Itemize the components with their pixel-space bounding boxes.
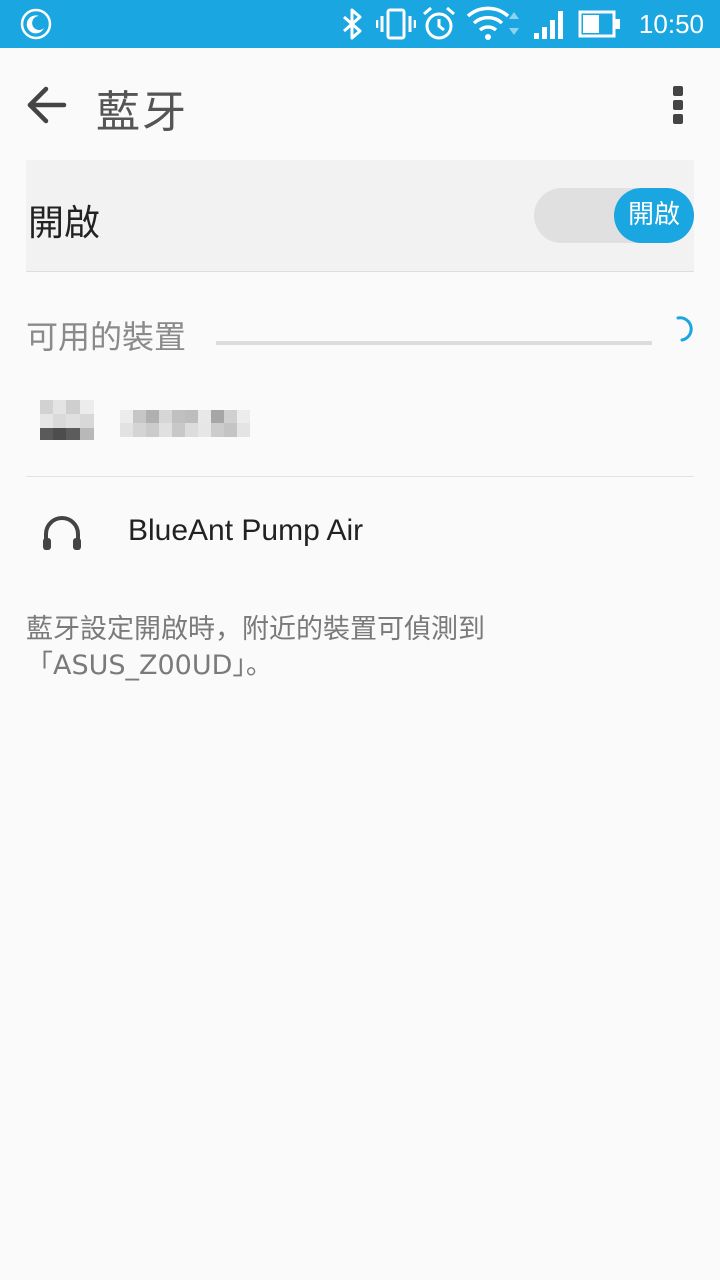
available-devices-header: 可用的裝置: [26, 318, 187, 356]
wifi-icon: [466, 0, 522, 48]
switch-knob: 開啟: [614, 188, 694, 243]
headphones-icon: [40, 512, 84, 552]
device-name: BlueAnt Pump Air: [128, 514, 364, 547]
bluetooth-switch[interactable]: 開啟: [534, 188, 694, 243]
app-bar: 藍牙: [0, 48, 720, 160]
info-line-2: 「ASUS_Z00UD」。: [26, 650, 273, 681]
section-divider: [216, 341, 652, 345]
status-bar: 10:50: [0, 0, 720, 48]
back-arrow-icon[interactable]: [24, 82, 70, 128]
moon-icon: [20, 0, 52, 48]
info-line-1: 藍牙設定開啟時，附近的裝置可偵測到: [26, 614, 485, 645]
battery-icon: [578, 0, 622, 48]
visibility-info-text: 藍牙設定開啟時，附近的裝置可偵測到 「ASUS_Z00UD」。: [26, 612, 626, 684]
signal-icon: [532, 0, 568, 48]
more-vert-icon[interactable]: [664, 82, 692, 128]
bluetooth-toggle-row[interactable]: 開啟 開啟: [26, 160, 694, 272]
pixelated-device-name: [40, 400, 250, 440]
status-time: 10:50: [638, 9, 704, 39]
vibrate-icon: [376, 0, 416, 48]
scanning-spinner-icon: [664, 314, 694, 344]
alarm-icon: [420, 0, 458, 48]
list-item-device[interactable]: BlueAnt Pump Air: [26, 478, 694, 586]
bluetooth-icon: [340, 0, 366, 48]
toggle-label: 開啟: [28, 203, 101, 244]
page-title: 藍牙: [96, 87, 188, 138]
blurred-device-item[interactable]: [26, 384, 694, 477]
